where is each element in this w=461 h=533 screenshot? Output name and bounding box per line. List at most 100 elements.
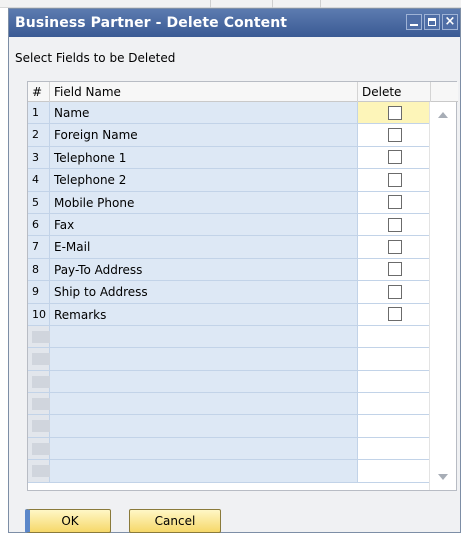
field-name-cell: Foreign Name bbox=[50, 124, 358, 146]
title-bar[interactable]: Business Partner - Delete Content × bbox=[9, 9, 460, 37]
field-name-cell: E-Mail bbox=[50, 236, 358, 258]
field-name-cell: Pay-To Address bbox=[50, 258, 358, 281]
delete-cell[interactable] bbox=[358, 146, 431, 169]
header-scroll-spacer bbox=[431, 82, 458, 102]
delete-cell[interactable] bbox=[358, 437, 431, 460]
background-divider bbox=[320, 0, 321, 8]
row-number bbox=[28, 325, 50, 348]
field-name-cell: Ship to Address bbox=[50, 281, 358, 303]
row-number: 4 bbox=[28, 169, 50, 191]
delete-checkbox[interactable] bbox=[387, 307, 402, 322]
fields-table: # Field Name Delete 1 Name 2 Foreign Name 3 T… bbox=[27, 81, 458, 491]
dialog-subtitle: Select Fields to be Deleted bbox=[15, 51, 176, 65]
empty-table-row[interactable] bbox=[28, 370, 431, 394]
delete-cell[interactable] bbox=[358, 213, 431, 236]
field-name-cell: Name bbox=[50, 102, 358, 124]
row-number: 9 bbox=[28, 281, 50, 303]
maximize-icon[interactable] bbox=[424, 14, 440, 30]
delete-cell[interactable] bbox=[358, 393, 431, 415]
row-number: 2 bbox=[28, 124, 50, 146]
table-row[interactable]: 7 E-Mail bbox=[28, 236, 431, 259]
arrow-down-icon[interactable] bbox=[438, 474, 448, 480]
table-body: 1 Name 2 Foreign Name 3 Telephone 1 4 Telephone… bbox=[28, 102, 431, 483]
row-number bbox=[28, 348, 50, 370]
delete-checkbox[interactable] bbox=[387, 105, 402, 120]
delete-checkbox[interactable] bbox=[387, 172, 402, 187]
window-controls: × bbox=[406, 14, 458, 30]
delete-cell[interactable] bbox=[358, 325, 431, 348]
table-row[interactable]: 10 Remarks bbox=[28, 303, 431, 326]
delete-checkbox[interactable] bbox=[387, 150, 402, 165]
background-divider bbox=[272, 0, 273, 8]
ok-button[interactable]: OK bbox=[25, 509, 111, 533]
table-row[interactable]: 6 Fax bbox=[28, 213, 431, 237]
empty-table-row[interactable] bbox=[28, 437, 431, 461]
delete-cell[interactable] bbox=[358, 370, 431, 393]
field-name-cell: Remarks bbox=[50, 303, 358, 325]
delete-checkbox[interactable] bbox=[387, 284, 402, 299]
delete-checkbox[interactable] bbox=[387, 217, 402, 232]
row-number: 7 bbox=[28, 236, 50, 258]
row-number: 1 bbox=[28, 102, 50, 124]
row-number bbox=[28, 370, 50, 393]
row-number: 8 bbox=[28, 258, 50, 281]
delete-cell[interactable] bbox=[358, 415, 431, 437]
delete-checkbox[interactable] bbox=[387, 128, 402, 143]
delete-cell[interactable] bbox=[358, 303, 431, 325]
cancel-button[interactable]: Cancel bbox=[129, 509, 221, 533]
table-header: # Field Name Delete bbox=[28, 82, 458, 102]
table-row[interactable]: 8 Pay-To Address bbox=[28, 258, 431, 282]
empty-table-row[interactable] bbox=[28, 460, 431, 483]
field-name-cell bbox=[50, 348, 358, 370]
empty-table-row[interactable] bbox=[28, 393, 431, 416]
background-window-strip bbox=[0, 0, 461, 8]
table-row[interactable]: 9 Ship to Address bbox=[28, 281, 431, 304]
delete-cell[interactable] bbox=[358, 281, 431, 303]
field-name-cell: Telephone 1 bbox=[50, 146, 358, 169]
minimize-icon[interactable] bbox=[406, 14, 422, 30]
table-row[interactable]: 2 Foreign Name bbox=[28, 124, 431, 147]
delete-cell[interactable] bbox=[358, 102, 431, 124]
empty-table-row[interactable] bbox=[28, 325, 431, 349]
field-name-cell bbox=[50, 437, 358, 460]
column-header-delete[interactable]: Delete bbox=[358, 82, 431, 102]
column-header-field-name[interactable]: Field Name bbox=[50, 82, 358, 102]
row-number bbox=[28, 460, 50, 482]
row-number: 5 bbox=[28, 191, 50, 213]
table-row[interactable]: 1 Name bbox=[28, 102, 431, 125]
row-number: 6 bbox=[28, 213, 50, 236]
background-divider bbox=[210, 0, 211, 8]
delete-cell[interactable] bbox=[358, 258, 431, 281]
row-number bbox=[28, 393, 50, 415]
field-name-cell bbox=[50, 370, 358, 393]
row-number bbox=[28, 415, 50, 437]
field-name-cell bbox=[50, 460, 358, 482]
window-title: Business Partner - Delete Content bbox=[15, 15, 288, 31]
table-row[interactable]: 3 Telephone 1 bbox=[28, 146, 431, 170]
column-header-num[interactable]: # bbox=[28, 82, 50, 102]
field-name-cell: Telephone 2 bbox=[50, 169, 358, 191]
field-name-cell bbox=[50, 325, 358, 348]
row-number: 3 bbox=[28, 146, 50, 169]
delete-cell[interactable] bbox=[358, 191, 431, 213]
field-name-cell: Mobile Phone bbox=[50, 191, 358, 213]
row-number: 10 bbox=[28, 303, 50, 325]
empty-table-row[interactable] bbox=[28, 348, 431, 371]
close-icon[interactable]: × bbox=[442, 14, 458, 30]
row-number bbox=[28, 437, 50, 460]
delete-cell[interactable] bbox=[358, 236, 431, 258]
arrow-up-icon[interactable] bbox=[438, 112, 448, 118]
delete-cell[interactable] bbox=[358, 348, 431, 370]
field-name-cell bbox=[50, 393, 358, 415]
delete-content-dialog: Business Partner - Delete Content × Sele… bbox=[8, 8, 461, 533]
empty-table-row[interactable] bbox=[28, 415, 431, 438]
delete-checkbox[interactable] bbox=[387, 195, 402, 210]
table-row[interactable]: 5 Mobile Phone bbox=[28, 191, 431, 214]
delete-checkbox[interactable] bbox=[387, 240, 402, 255]
delete-checkbox[interactable] bbox=[387, 262, 402, 277]
vertical-scrollbar[interactable] bbox=[429, 102, 456, 490]
delete-cell[interactable] bbox=[358, 460, 431, 482]
table-row[interactable]: 4 Telephone 2 bbox=[28, 169, 431, 192]
delete-cell[interactable] bbox=[358, 169, 431, 191]
delete-cell[interactable] bbox=[358, 124, 431, 146]
